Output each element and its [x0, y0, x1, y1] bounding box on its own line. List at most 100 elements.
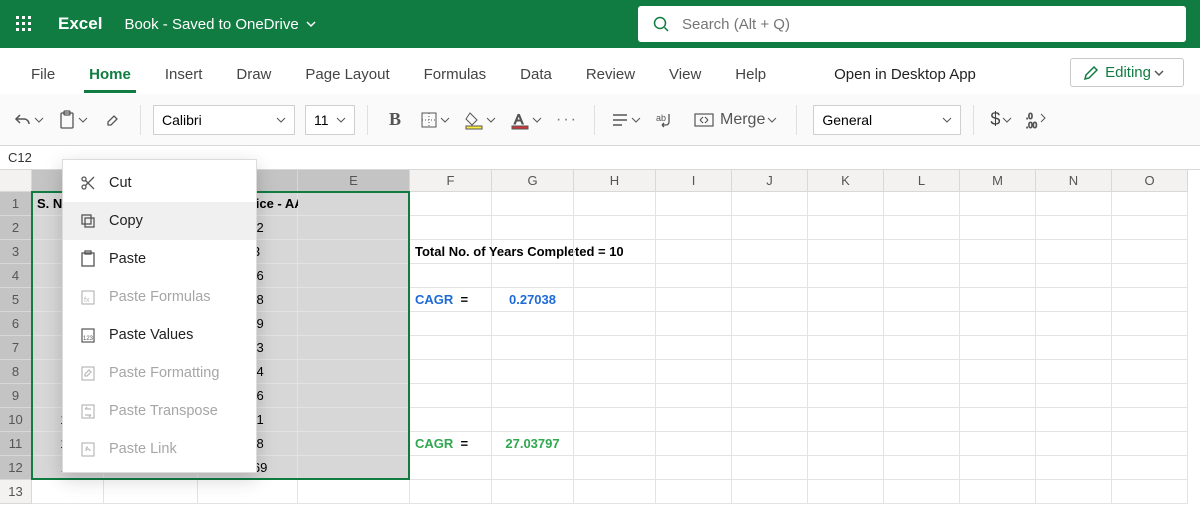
col-header-H[interactable]: H	[574, 170, 656, 192]
cell-J3[interactable]	[732, 240, 808, 264]
cell-F12[interactable]	[410, 456, 492, 480]
cell-G3[interactable]	[492, 240, 574, 264]
search-input[interactable]	[682, 16, 1172, 33]
cell-G7[interactable]	[492, 336, 574, 360]
menu-cut[interactable]: Cut	[63, 164, 256, 202]
tab-view[interactable]: View	[652, 54, 718, 93]
cell-N11[interactable]	[1036, 432, 1112, 456]
cell-I9[interactable]	[656, 384, 732, 408]
cell-M11[interactable]	[960, 432, 1036, 456]
cell-F6[interactable]	[410, 312, 492, 336]
cell-F11[interactable]: CAGR =	[410, 432, 492, 456]
cell-I4[interactable]	[656, 264, 732, 288]
cell-L9[interactable]	[884, 384, 960, 408]
cell-G11[interactable]: 27.03797	[492, 432, 574, 456]
font-name-select[interactable]: Calibri	[153, 105, 295, 135]
cell-O12[interactable]	[1112, 456, 1188, 480]
cell-H3[interactable]	[574, 240, 656, 264]
cell-J5[interactable]	[732, 288, 808, 312]
cell-K3[interactable]	[808, 240, 884, 264]
cell-J6[interactable]	[732, 312, 808, 336]
cell-N4[interactable]	[1036, 264, 1112, 288]
cell-H13[interactable]	[574, 480, 656, 504]
col-header-K[interactable]: K	[808, 170, 884, 192]
menu-copy[interactable]: Copy	[63, 202, 256, 240]
cell-H1[interactable]	[574, 192, 656, 216]
cell-M8[interactable]	[960, 360, 1036, 384]
font-color-button[interactable]: A	[506, 103, 546, 137]
cell-J4[interactable]	[732, 264, 808, 288]
cell-H7[interactable]	[574, 336, 656, 360]
cell-M10[interactable]	[960, 408, 1036, 432]
tab-data[interactable]: Data	[503, 54, 569, 93]
row-header-9[interactable]: 9	[0, 384, 32, 408]
open-in-desktop-app[interactable]: Open in Desktop App	[817, 54, 993, 93]
cell-O10[interactable]	[1112, 408, 1188, 432]
align-button[interactable]	[607, 103, 645, 137]
cell-H9[interactable]	[574, 384, 656, 408]
cell-N10[interactable]	[1036, 408, 1112, 432]
number-format-select[interactable]: General	[813, 105, 961, 135]
cell-L1[interactable]	[884, 192, 960, 216]
cell-H4[interactable]	[574, 264, 656, 288]
cell-H6[interactable]	[574, 312, 656, 336]
tab-help[interactable]: Help	[718, 54, 783, 93]
cell-L3[interactable]	[884, 240, 960, 264]
name-box[interactable]: C12	[0, 150, 64, 165]
cell-F3[interactable]: Total No. of Years Completed = 10	[410, 240, 492, 264]
cell-F9[interactable]	[410, 384, 492, 408]
tab-formulas[interactable]: Formulas	[407, 54, 504, 93]
tab-home[interactable]: Home	[72, 54, 148, 93]
cell-E8[interactable]	[298, 360, 410, 384]
cell-H2[interactable]	[574, 216, 656, 240]
cell-E9[interactable]	[298, 384, 410, 408]
cell-H11[interactable]	[574, 432, 656, 456]
cell-G8[interactable]	[492, 360, 574, 384]
more-font-button[interactable]: ···	[552, 103, 582, 137]
cell-K13[interactable]	[808, 480, 884, 504]
col-header-G[interactable]: G	[492, 170, 574, 192]
cell-J8[interactable]	[732, 360, 808, 384]
row-header-7[interactable]: 7	[0, 336, 32, 360]
row-header-1[interactable]: 1	[0, 192, 32, 216]
cell-L11[interactable]	[884, 432, 960, 456]
cell-M4[interactable]	[960, 264, 1036, 288]
undo-button[interactable]	[10, 103, 48, 137]
cell-K11[interactable]	[808, 432, 884, 456]
cell-I6[interactable]	[656, 312, 732, 336]
cell-O7[interactable]	[1112, 336, 1188, 360]
cell-K10[interactable]	[808, 408, 884, 432]
tab-file[interactable]: File	[14, 54, 72, 93]
cell-C13[interactable]	[104, 480, 198, 504]
currency-button[interactable]: $	[986, 103, 1016, 137]
cell-E6[interactable]	[298, 312, 410, 336]
cell-F10[interactable]	[410, 408, 492, 432]
app-launcher-icon[interactable]	[8, 8, 40, 40]
cell-J10[interactable]	[732, 408, 808, 432]
row-header-11[interactable]: 11	[0, 432, 32, 456]
decimal-button[interactable]: .0.00	[1022, 103, 1052, 137]
cell-N5[interactable]	[1036, 288, 1112, 312]
cell-F4[interactable]	[410, 264, 492, 288]
cell-O3[interactable]	[1112, 240, 1188, 264]
cell-O4[interactable]	[1112, 264, 1188, 288]
cell-L6[interactable]	[884, 312, 960, 336]
cell-E4[interactable]	[298, 264, 410, 288]
col-header-O[interactable]: O	[1112, 170, 1188, 192]
cell-K2[interactable]	[808, 216, 884, 240]
cell-N6[interactable]	[1036, 312, 1112, 336]
tab-draw[interactable]: Draw	[219, 54, 288, 93]
cell-H10[interactable]	[574, 408, 656, 432]
cell-M3[interactable]	[960, 240, 1036, 264]
cell-K6[interactable]	[808, 312, 884, 336]
cell-O13[interactable]	[1112, 480, 1188, 504]
tab-page-layout[interactable]: Page Layout	[288, 54, 406, 93]
cell-O9[interactable]	[1112, 384, 1188, 408]
cell-K8[interactable]	[808, 360, 884, 384]
cell-I10[interactable]	[656, 408, 732, 432]
clipboard-button[interactable]	[54, 103, 92, 137]
cell-L7[interactable]	[884, 336, 960, 360]
cell-E2[interactable]	[298, 216, 410, 240]
document-title[interactable]: Book - Saved to OneDrive	[124, 16, 316, 33]
search-box[interactable]	[638, 6, 1186, 42]
